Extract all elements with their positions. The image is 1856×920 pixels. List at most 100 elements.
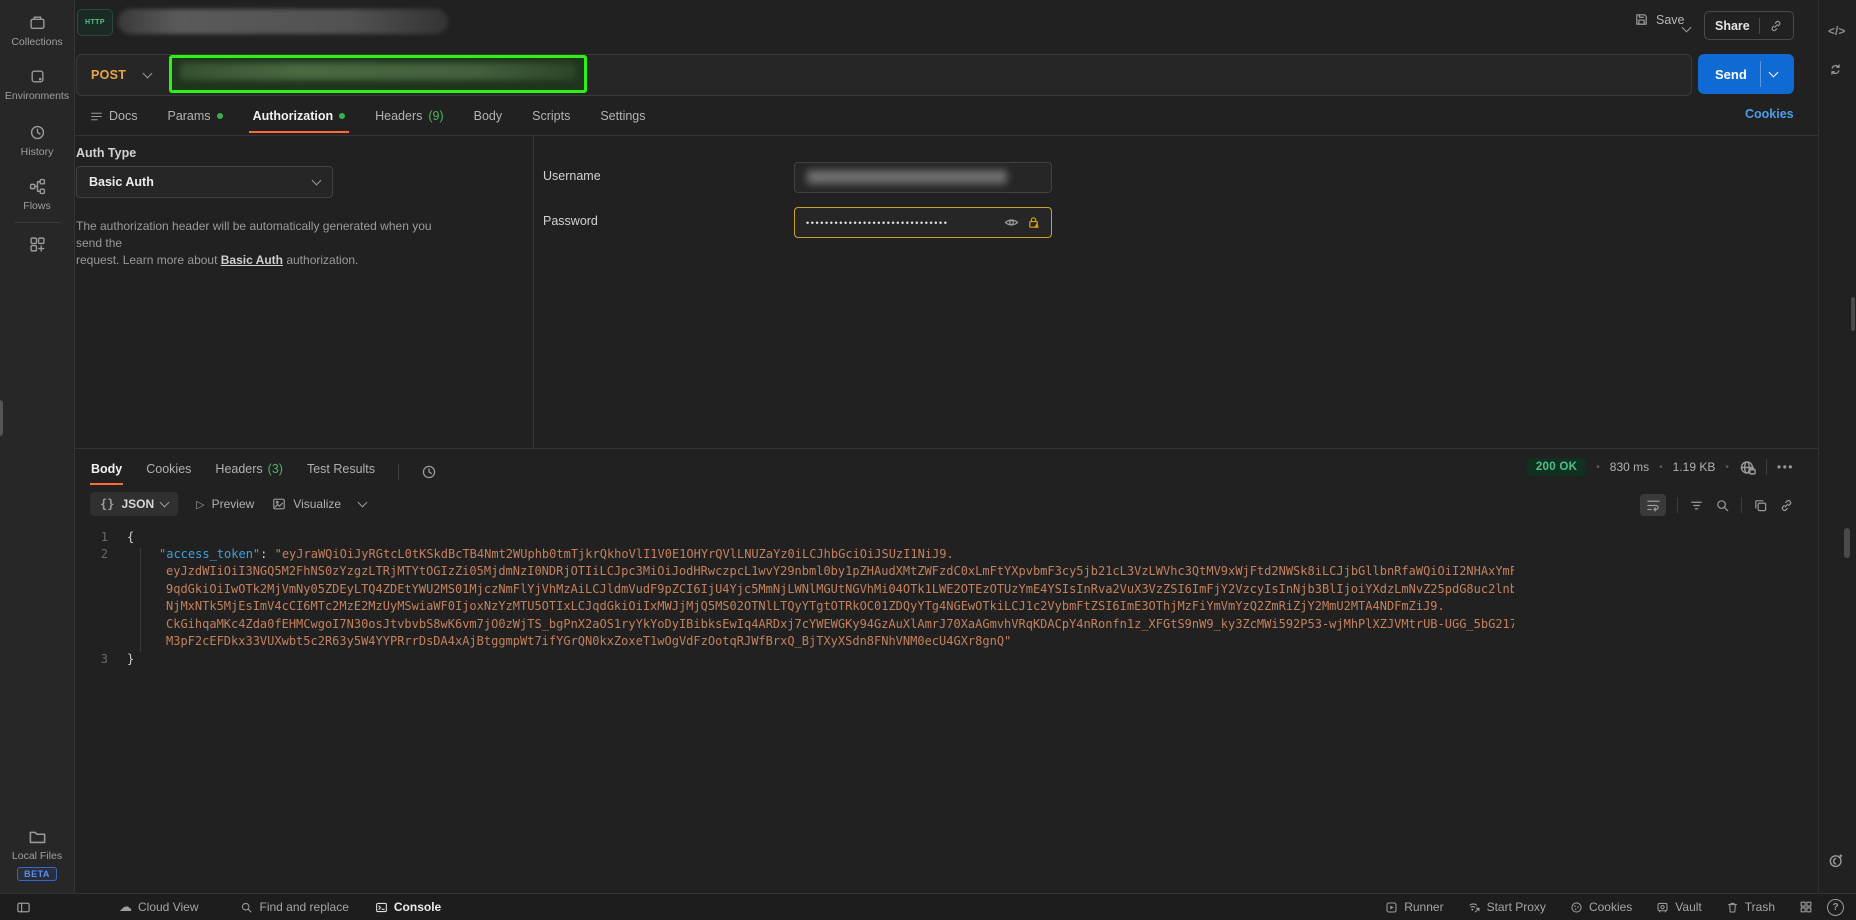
collections-icon [29, 14, 46, 31]
response-toolbar [1640, 494, 1794, 516]
basic-auth-learn-more-link[interactable]: Basic Auth [221, 253, 283, 267]
start-proxy-button[interactable]: Start Proxy [1468, 900, 1546, 914]
filter-icon[interactable] [1689, 498, 1704, 513]
response-format-bar: {} JSON ▷ Preview Visualize [90, 492, 366, 516]
sidebar-item-environments[interactable]: Environments [0, 68, 74, 102]
json-token-row: NjMxNTk5MjEsImV4cCI6MTc2MzE2MzUyMSwiaWF0… [166, 599, 1445, 613]
format-chevron [160, 498, 170, 508]
start-proxy-icon [1468, 901, 1481, 914]
visualize-image-icon [272, 497, 286, 511]
sidebar-item-flows[interactable]: Flows [0, 178, 74, 212]
console-button[interactable]: Console [375, 900, 441, 914]
request-tabs: Docs Params Authorization Headers(9) Bod… [88, 103, 648, 133]
runner-icon [1385, 901, 1398, 914]
network-globe-lock-icon[interactable] [1739, 459, 1756, 476]
tab-headers[interactable]: Headers(9) [373, 103, 446, 133]
sidebar-item-more-apps[interactable] [0, 236, 74, 253]
send-button[interactable]: Send [1698, 54, 1794, 94]
wrapped-line-guide [140, 548, 141, 652]
method-chevron[interactable] [143, 69, 153, 79]
username-field-redacted[interactable] [794, 162, 1052, 193]
visualize-button[interactable]: Visualize [272, 497, 341, 511]
visualize-options-chevron[interactable] [358, 498, 368, 508]
password-label: Password [543, 214, 598, 228]
docs-icon [90, 110, 103, 123]
response-time: 830 ms [1610, 460, 1649, 474]
search-icon [240, 901, 253, 914]
help-icon[interactable]: ? [1827, 899, 1844, 916]
response-tab-headers[interactable]: Headers (3) [214, 458, 284, 485]
sidebar-item-label: Environments [5, 90, 69, 102]
share-button[interactable]: Share [1704, 11, 1794, 40]
response-body-json[interactable]: 1 2 3 { "access_token": "eyJraWQiOiJyRGt… [80, 524, 1514, 674]
share-link-icon[interactable] [1769, 19, 1783, 33]
auth-type-chevron [312, 176, 322, 186]
save-options-chevron[interactable] [1683, 20, 1690, 34]
runner-button[interactable]: Runner [1385, 900, 1443, 914]
response-more-options[interactable]: ••• [1777, 460, 1794, 474]
cookies-button[interactable]: Cookies [1570, 900, 1632, 914]
secret-warning-lock-icon[interactable] [1027, 215, 1042, 230]
status-badge: 200 OK [1527, 458, 1586, 476]
save-button[interactable]: Save [1634, 12, 1685, 27]
preview-button[interactable]: ▷ Preview [196, 497, 254, 511]
history-icon [29, 124, 46, 141]
vault-icon [1656, 901, 1669, 914]
auth-type-select[interactable]: Basic Auth [76, 166, 333, 198]
toggle-sidebar-icon[interactable] [16, 900, 31, 915]
trash-button[interactable]: Trash [1726, 900, 1775, 914]
response-tab-body[interactable]: Body [90, 458, 123, 485]
sidebar-drag-handle[interactable] [0, 400, 3, 436]
tab-scripts[interactable]: Scripts [530, 103, 572, 133]
tab-params[interactable]: Params [165, 103, 224, 133]
sidebar-divider [14, 222, 60, 223]
sync-arrows-icon[interactable] [1828, 62, 1843, 77]
find-and-replace-button[interactable]: Find and replace [240, 900, 348, 914]
cloud-view-button[interactable]: ☁ Cloud View [119, 899, 198, 915]
request-title-redacted[interactable] [118, 9, 448, 34]
environments-icon [29, 68, 46, 85]
json-token-row: eyJzdWIiOiI3NGQ5M2FhNS0zYzgzLTRjMTYtOGIz… [166, 564, 1514, 578]
json-token-row: CkGihqaMKc4Zda0fEHMCwgoI7N30osJtvbvbS8wK… [166, 617, 1514, 631]
copy-icon[interactable] [1753, 498, 1768, 513]
console-icon [375, 901, 388, 914]
cookies-link[interactable]: Cookies [1745, 107, 1794, 121]
sidebar-item-local-files[interactable]: Local Files BETA [0, 828, 74, 881]
cookie-icon [1570, 901, 1583, 914]
sidebar-item-label: History [21, 146, 54, 158]
send-options-chevron[interactable] [1768, 68, 1778, 78]
tab-authorization[interactable]: Authorization [251, 103, 348, 133]
method-selector[interactable]: POST [91, 68, 126, 82]
password-field[interactable]: •••••••••••••••••••••••••••••• [794, 207, 1052, 238]
auth-column-divider [533, 136, 534, 448]
share-label: Share [1715, 19, 1750, 33]
sidebar-item-collections[interactable]: Collections [0, 14, 74, 48]
response-headers-count: (3) [268, 462, 283, 476]
code-snippet-icon[interactable]: </> [1828, 24, 1845, 38]
tab-settings[interactable]: Settings [598, 103, 647, 133]
rail-scroll-indicator [1851, 297, 1855, 331]
response-history-icon[interactable] [421, 464, 437, 480]
link-icon[interactable] [1779, 498, 1794, 513]
show-password-eye-icon[interactable] [1004, 215, 1019, 230]
format-select[interactable]: {} JSON [90, 492, 178, 516]
response-tab-cookies[interactable]: Cookies [145, 458, 192, 485]
json-access-token-line: "access_token": "eyJraWQiOiJyRGtcL0tKSkd… [159, 547, 954, 561]
search-icon[interactable] [1715, 498, 1730, 513]
auth-description: The authorization header will be automat… [76, 218, 456, 269]
url-input-redacted[interactable] [169, 55, 587, 93]
json-close-brace: } [127, 652, 134, 666]
sidebar-item-history[interactable]: History [0, 124, 74, 158]
vault-button[interactable]: Vault [1656, 900, 1701, 914]
response-tab-test-results[interactable]: Test Results [306, 458, 376, 485]
wrap-text-icon[interactable] [1640, 494, 1666, 516]
password-masked-value: •••••••••••••••••••••••••••••• [806, 218, 1004, 228]
cloud-icon: ☁ [119, 899, 132, 915]
tab-docs[interactable]: Docs [88, 103, 139, 133]
tabs-divider [75, 135, 1818, 136]
response-meta: 200 OK • 830 ms • 1.19 KB • ••• [1527, 458, 1794, 476]
authorization-modified-dot [339, 113, 345, 119]
workspace-grid-icon[interactable] [1799, 900, 1813, 914]
tab-body[interactable]: Body [472, 103, 505, 133]
postbot-icon[interactable] [1828, 852, 1845, 869]
